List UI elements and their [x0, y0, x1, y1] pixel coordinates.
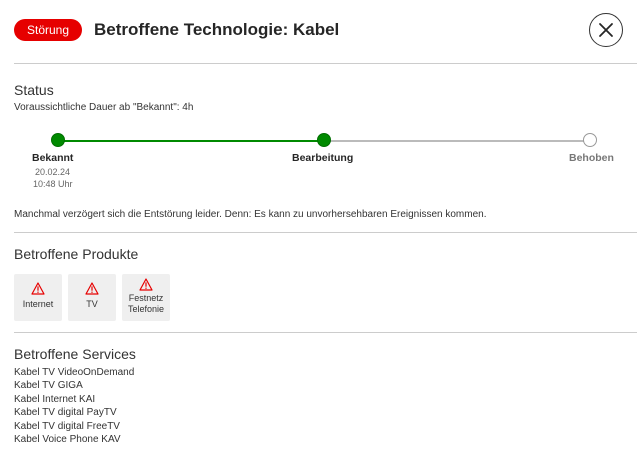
list-item: Kabel TV digital PayTV	[14, 407, 117, 419]
services-heading: Betroffene Services	[14, 346, 136, 362]
divider	[14, 332, 637, 333]
step-dot-bekannt	[51, 133, 65, 147]
step-label-bearbeitung: Bearbeitung	[292, 152, 354, 164]
warning-icon	[31, 282, 45, 295]
step-dot-bearbeitung	[317, 133, 331, 147]
status-heading: Status	[14, 82, 54, 98]
list-item: Kabel Internet KAI	[14, 393, 96, 405]
services-list: Kabel TV VideoOnDemand Kabel TV GIGA Kab…	[14, 366, 134, 446]
divider	[14, 63, 637, 64]
modal-header: Störung Betroffene Technologie: Kabel	[0, 0, 640, 62]
products-heading: Betroffene Produkte	[14, 246, 139, 262]
list-item: Kabel Voice Phone KAV	[14, 434, 121, 446]
warning-icon	[85, 282, 99, 295]
product-label-line1: Festnetz	[128, 293, 164, 303]
step-label-bekannt: Bekannt	[32, 152, 74, 164]
status-badge: Störung	[14, 19, 82, 41]
close-icon	[599, 23, 613, 37]
step-date: 20.02.24	[35, 167, 71, 177]
product-tile-tv: TV	[68, 274, 116, 321]
page-title: Betroffene Technologie: Kabel	[94, 20, 340, 39]
product-label: Festnetz Telefonie	[122, 293, 170, 315]
product-label-line2: Telefonie	[127, 304, 165, 314]
list-item: Kabel TV VideoOnDemand	[14, 367, 135, 378]
product-label: TV	[86, 299, 98, 309]
product-tile-internet: Internet	[14, 274, 62, 321]
warning-icon	[139, 278, 153, 291]
duration-text: Voraussichtliche Dauer ab "Bekannt": 4h	[14, 102, 194, 113]
progress-track-pending	[324, 140, 590, 142]
divider	[14, 232, 637, 233]
step-time: 10:48 Uhr	[33, 179, 73, 189]
progress-track-done	[58, 140, 324, 142]
list-item: Kabel TV GIGA	[14, 380, 83, 392]
step-label-behoben: Behoben	[569, 152, 614, 164]
list-item: Kabel TV digital FreeTV	[14, 420, 120, 432]
product-tile-festnetz: Festnetz Telefonie	[122, 274, 170, 321]
step-dot-behoben	[583, 133, 597, 147]
close-button[interactable]	[589, 13, 623, 47]
product-label: Internet	[22, 299, 54, 309]
delay-note: Manchmal verzögert sich die Entstörung l…	[14, 209, 487, 220]
